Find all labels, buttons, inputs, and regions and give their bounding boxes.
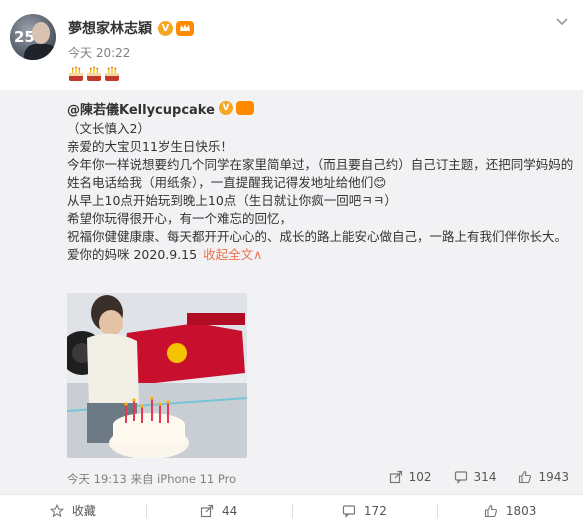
avatar-figure <box>24 44 56 60</box>
author-avatar[interactable]: 25 <box>10 14 56 60</box>
repost-line: 今年你一样说想要约几个同学在家里简单过，（而且要自己约）自己订主题，还把同学妈妈… <box>67 157 574 172</box>
author-row: 夢想家林志穎 V <box>68 18 194 38</box>
star-icon <box>49 503 64 517</box>
chevron-up-icon: ∧ <box>253 247 263 262</box>
cake-icon <box>105 66 119 81</box>
comment-icon <box>342 504 356 518</box>
repost-body: @陳若儀Kellycupcake V （文长慎入2） 亲爱的大宝贝11岁生日快乐… <box>67 98 574 264</box>
repost-signature-row: 爱你的妈咪 2020.9.15 收起全文∧ <box>67 246 567 264</box>
repost-line: 希望你玩得很开心，有一个难忘的回忆， <box>67 211 293 226</box>
comment-icon <box>454 471 467 484</box>
share-icon <box>389 470 402 484</box>
like-button[interactable]: 1803 <box>437 495 583 526</box>
share-button[interactable]: 44 <box>145 495 292 526</box>
verified-badge-icon: V <box>218 101 233 115</box>
repost-line: （文长慎入2） <box>67 121 150 136</box>
repost-text: （文长慎入2） 亲爱的大宝贝11岁生日快乐！ 今年你一样说想要约几个同学在家里简… <box>67 120 574 264</box>
repost-author-name[interactable]: @陳若儀Kellycupcake <box>67 99 215 118</box>
cake-icon <box>69 66 83 81</box>
repost-comment-stat[interactable]: 314 <box>454 470 497 484</box>
birthday-photo-image <box>67 293 247 458</box>
collapse-fulltext-link[interactable]: 收起全文∧ <box>203 246 262 264</box>
weibo-post-card: 25 夢想家林志穎 V 今天 20:22 @陳若儀Kellycupcake V … <box>0 0 583 526</box>
repost-stats: 102 314 1943 <box>389 470 569 484</box>
post-photo[interactable] <box>67 293 247 458</box>
comment-button[interactable]: 172 <box>291 495 438 526</box>
share-icon <box>200 504 214 517</box>
chevron-down-icon[interactable] <box>555 14 569 28</box>
repost-source[interactable]: 今天 19:13 来自 iPhone 11 Pro <box>67 471 236 487</box>
repost-line: 祝福你健健康康、每天都开开心心的、成长的路上能安心做自己，一路上有我们伴你长大。 <box>67 229 568 244</box>
repost-line: 从早上10点开始玩到晚上10点（生日就让你疯一回吧ㅋㅋ） <box>67 193 397 208</box>
repost-signature: 爱你的妈咪 2020.9.15 <box>67 247 198 262</box>
like-count: 1803 <box>505 503 537 518</box>
favorite-button[interactable]: 收藏 <box>0 495 146 526</box>
repost-share-count: 102 <box>408 470 432 484</box>
repost-like-stat[interactable]: 1943 <box>518 470 569 484</box>
avatar-face <box>32 22 50 44</box>
repost-line: 亲爱的大宝贝11岁生日快乐！ <box>67 139 233 154</box>
verified-badge-icon: V <box>158 20 173 36</box>
collapse-label: 收起全文 <box>203 247 254 262</box>
share-count: 44 <box>221 503 238 518</box>
comment-count: 172 <box>363 503 387 518</box>
repost-share-stat[interactable]: 102 <box>389 470 432 484</box>
like-icon <box>519 470 532 484</box>
repost-comment-count: 314 <box>473 470 497 484</box>
vip-crown-icon <box>176 20 194 36</box>
post-time[interactable]: 今天 20:22 <box>68 44 130 61</box>
action-bar: 收藏 44 172 1803 <box>0 494 583 526</box>
cake-icon <box>87 66 101 81</box>
repost-meta-row: 今天 19:13 来自 iPhone 11 Pro 102 314 1943 <box>0 462 583 494</box>
repost-line: 姓名电话给我（用纸条），一直提醒我记得发地址给他们😊 <box>67 175 387 190</box>
favorite-label: 收藏 <box>71 504 96 518</box>
repost-container: @陳若儀Kellycupcake V （文长慎入2） 亲爱的大宝贝11岁生日快乐… <box>0 90 583 462</box>
repost-author-row: @陳若儀Kellycupcake V <box>67 98 567 118</box>
vip-crown-icon <box>235 101 254 115</box>
like-icon <box>484 504 497 517</box>
emoji-row <box>68 66 120 82</box>
author-name[interactable]: 夢想家林志穎 <box>68 18 152 38</box>
repost-like-count: 1943 <box>538 470 569 484</box>
